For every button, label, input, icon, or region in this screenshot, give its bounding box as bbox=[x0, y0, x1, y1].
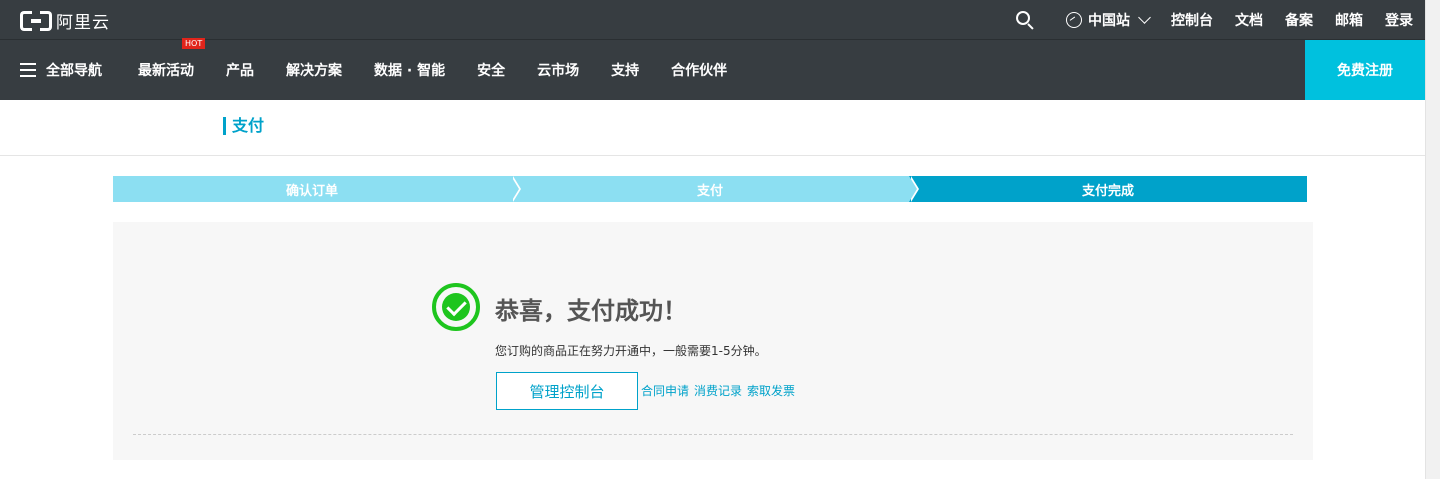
mail-link[interactable]: 邮箱 bbox=[1335, 10, 1363, 30]
aliyun-logo-icon bbox=[20, 10, 52, 31]
step-label: 支付 bbox=[696, 183, 723, 199]
step-confirm-order: 确认订单 bbox=[113, 176, 521, 202]
billing-records-link[interactable]: 消费记录 bbox=[694, 382, 742, 399]
nav-item-label: 最新活动 bbox=[138, 63, 194, 79]
nav-item-marketplace[interactable]: 云市场 bbox=[537, 60, 579, 80]
request-invoice-link[interactable]: 索取发票 bbox=[747, 382, 795, 399]
chevron-down-icon bbox=[1138, 11, 1151, 24]
nav-item-support[interactable]: 支持 bbox=[611, 60, 639, 80]
search-icon[interactable] bbox=[1016, 11, 1034, 30]
step-arrow bbox=[909, 176, 917, 202]
top-right-links: 中国站 控制台 文档 备案 邮箱 登录 bbox=[1016, 0, 1413, 40]
check-circle-icon bbox=[432, 283, 480, 331]
main-nav: 全部导航 最新活动 HOT 产品 解决方案 数据 · 智能 安全 云市场 支持 … bbox=[0, 38, 1425, 100]
top-bar: 阿里云 中国站 控制台 文档 备案 邮箱 登录 bbox=[0, 0, 1425, 40]
page-title: 支付 bbox=[223, 117, 264, 135]
region-label: 中国站 bbox=[1088, 13, 1130, 29]
result-panel: 恭喜，支付成功！ 您订购的商品正在努力开通中，一般需要1-5分钟。 管理控制台 … bbox=[113, 222, 1313, 460]
aliyun-logo[interactable]: 阿里云 bbox=[20, 8, 110, 33]
console-link[interactable]: 控制台 bbox=[1171, 10, 1213, 30]
nav-item-solutions[interactable]: 解决方案 bbox=[286, 60, 342, 80]
step-label: 确认订单 bbox=[285, 183, 338, 199]
progress-steps: 确认订单 支付 支付完成 bbox=[113, 176, 1307, 202]
page-subheader: 支付 bbox=[0, 100, 1425, 156]
nav-item-security[interactable]: 安全 bbox=[477, 60, 505, 80]
nav-item-products[interactable]: 产品 bbox=[226, 60, 254, 80]
nav-item-latest-events[interactable]: 最新活动 HOT bbox=[138, 38, 206, 80]
step-pay-complete: 支付完成 bbox=[909, 176, 1307, 202]
result-links: 合同申请 消费记录 索取发票 bbox=[641, 382, 800, 399]
nav-item-data-intelligence[interactable]: 数据 · 智能 bbox=[374, 60, 445, 80]
globe-icon bbox=[1066, 12, 1082, 28]
login-link[interactable]: 登录 bbox=[1385, 10, 1413, 30]
hot-badge: HOT bbox=[182, 38, 206, 49]
nav-items: 最新活动 HOT 产品 解决方案 数据 · 智能 安全 云市场 支持 合作伙伴 bbox=[138, 38, 759, 100]
dashed-divider bbox=[133, 434, 1293, 435]
icp-filing-link[interactable]: 备案 bbox=[1285, 10, 1313, 30]
manage-console-button[interactable]: 管理控制台 bbox=[496, 372, 638, 410]
page-scrollbar[interactable] bbox=[1425, 0, 1440, 479]
menu-icon bbox=[20, 63, 36, 77]
success-title: 恭喜，支付成功！ bbox=[495, 297, 687, 325]
signup-button[interactable]: 免费注册 bbox=[1305, 40, 1425, 100]
nav-item-partners[interactable]: 合作伙伴 bbox=[671, 60, 727, 80]
success-description: 您订购的商品正在努力开通中，一般需要1-5分钟。 bbox=[495, 344, 767, 358]
all-nav-label: 全部导航 bbox=[46, 63, 102, 79]
region-selector[interactable]: 中国站 bbox=[1066, 10, 1151, 30]
all-nav-button[interactable]: 全部导航 bbox=[20, 40, 102, 100]
step-arrow bbox=[511, 176, 519, 202]
step-label: 支付完成 bbox=[1081, 183, 1134, 199]
logo-text: 阿里云 bbox=[56, 13, 110, 33]
step-pay: 支付 bbox=[511, 176, 919, 202]
docs-link[interactable]: 文档 bbox=[1235, 10, 1263, 30]
contract-request-link[interactable]: 合同申请 bbox=[641, 382, 689, 399]
